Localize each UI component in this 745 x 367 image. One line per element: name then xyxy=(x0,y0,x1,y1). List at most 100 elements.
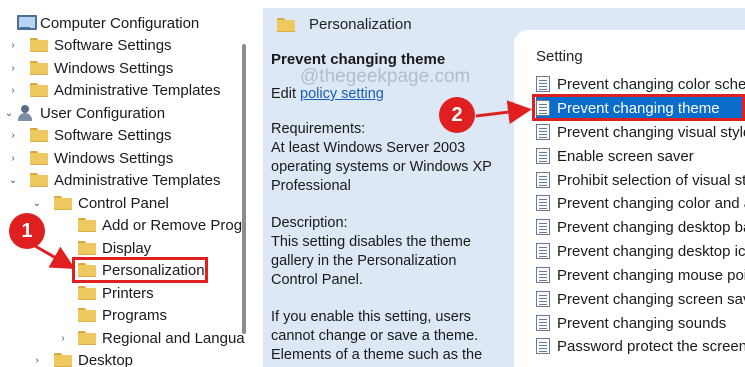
tree-item-computer-configuration[interactable]: Computer Configuration xyxy=(2,12,199,34)
list-item[interactable]: Prevent changing screen save xyxy=(536,288,745,310)
folder-icon xyxy=(54,353,72,367)
folder-icon xyxy=(54,196,72,210)
list-item-label: Prohibit selection of visual sty xyxy=(557,171,745,189)
policy-icon xyxy=(536,124,550,140)
policy-icon xyxy=(536,267,550,283)
column-header-setting[interactable]: Setting xyxy=(536,48,583,65)
tree-item-label: Administrative Templates xyxy=(54,81,221,99)
tree-item-administrative-templates[interactable]: › Administrative Templates xyxy=(6,79,220,101)
chevron-right-icon[interactable]: › xyxy=(56,333,70,344)
tree-item-printers[interactable]: Printers xyxy=(78,282,154,304)
list-item-label: Prevent changing desktop ico xyxy=(557,242,745,260)
description-text: This setting disables the theme gallery … xyxy=(271,234,471,288)
list-item-label: Prevent changing visual style xyxy=(557,123,745,141)
list-item[interactable]: Prevent changing desktop ba xyxy=(536,216,745,238)
list-item[interactable]: Prevent changing color and a xyxy=(536,192,745,214)
tree-item-user-software-settings[interactable]: › Software Settings xyxy=(6,124,172,146)
chevron-right-icon[interactable]: › xyxy=(30,355,44,366)
pane-header: Personalization xyxy=(277,16,412,33)
list-item-label: Enable screen saver xyxy=(557,147,694,165)
computer-icon xyxy=(16,15,37,31)
chevron-down-icon[interactable]: ⌄ xyxy=(30,198,44,209)
settings-list: Setting Prevent changing color schem Pre… xyxy=(514,30,745,367)
list-item-label: Prevent changing color schem xyxy=(557,75,745,93)
list-item[interactable]: Password protect the screen s xyxy=(536,335,745,357)
tree-item-add-remove-programs[interactable]: Add or Remove Prog xyxy=(78,214,242,236)
tree-item-label: Add or Remove Prog xyxy=(102,216,243,234)
tree-item-desktop[interactable]: › Desktop xyxy=(30,349,133,367)
policy-icon xyxy=(536,219,550,235)
policy-icon xyxy=(536,291,550,307)
list-item[interactable]: Prevent changing sounds xyxy=(536,312,726,334)
chevron-right-icon[interactable]: › xyxy=(6,85,20,96)
policy-icon xyxy=(536,315,550,331)
tree-item-label: Software Settings xyxy=(54,126,172,144)
chevron-down-icon[interactable]: ⌄ xyxy=(6,175,20,186)
chevron-right-icon[interactable]: › xyxy=(6,40,20,51)
tree-item-user-windows-settings[interactable]: › Windows Settings xyxy=(6,147,173,169)
tree-item-label: Windows Settings xyxy=(54,149,174,167)
policy-icon xyxy=(536,76,550,92)
step-2-badge: 2 xyxy=(439,97,475,133)
folder-icon xyxy=(30,151,48,165)
tree-item-label: Programs xyxy=(102,306,168,324)
list-item[interactable]: Prohibit selection of visual sty xyxy=(536,169,745,191)
tree-item-regional-language[interactable]: › Regional and Langua xyxy=(56,327,245,349)
policy-icon xyxy=(536,172,550,188)
tree-item-label: User Configuration xyxy=(40,104,166,122)
tree-item-programs[interactable]: Programs xyxy=(78,304,167,326)
list-item[interactable]: Prevent changing visual style xyxy=(536,121,745,143)
folder-icon xyxy=(30,83,48,97)
description-label: Description: xyxy=(271,215,348,231)
list-item-label: Prevent changing color and a xyxy=(557,194,745,212)
folder-icon xyxy=(277,17,295,32)
watermark-text: @thegeekpage.com xyxy=(300,66,471,87)
tree-item-label: Desktop xyxy=(78,351,134,367)
tree-item-label: Control Panel xyxy=(78,194,169,212)
folder-icon xyxy=(78,286,96,300)
folder-icon xyxy=(30,128,48,142)
folder-icon xyxy=(78,308,96,322)
selected-setting-highlight-box xyxy=(532,94,745,121)
list-item[interactable]: Enable screen saver xyxy=(536,145,694,167)
user-icon xyxy=(16,105,34,121)
tree-item-label: Software Settings xyxy=(54,36,172,54)
policy-icon xyxy=(536,243,550,259)
tree-item-label: Windows Settings xyxy=(54,59,174,77)
policy-icon xyxy=(536,148,550,164)
chevron-right-icon[interactable]: › xyxy=(6,63,20,74)
pane-header-label: Personalization xyxy=(309,16,412,33)
chevron-down-icon[interactable]: ⌄ xyxy=(2,108,16,119)
list-item-label: Prevent changing desktop ba xyxy=(557,218,745,236)
policy-icon xyxy=(536,195,550,211)
navigation-tree: Computer Configuration › Software Settin… xyxy=(0,0,258,367)
edit-prefix: Edit xyxy=(271,86,301,102)
tree-item-software-settings[interactable]: › Software Settings xyxy=(6,34,172,56)
list-item[interactable]: Prevent changing color schem xyxy=(536,73,745,95)
folder-icon xyxy=(30,38,48,52)
requirements-text: At least Windows Server 2003 operating s… xyxy=(271,140,492,194)
list-item[interactable]: Prevent changing mouse poi xyxy=(536,264,745,286)
step-1-badge: 1 xyxy=(9,213,45,249)
folder-icon xyxy=(78,218,96,232)
chevron-right-icon[interactable]: › xyxy=(6,153,20,164)
folder-icon xyxy=(78,331,96,345)
tree-item-label: Regional and Langua xyxy=(102,329,245,347)
tree-item-windows-settings[interactable]: › Windows Settings xyxy=(6,57,173,79)
tree-item-label: Administrative Templates xyxy=(54,171,221,189)
list-item-label: Prevent changing sounds xyxy=(557,314,727,332)
list-item[interactable]: Prevent changing desktop ico xyxy=(536,240,745,262)
list-item-label: Prevent changing screen save xyxy=(557,290,745,308)
tree-item-user-administrative-templates[interactable]: ⌄ Administrative Templates xyxy=(6,169,221,191)
tree-item-display[interactable]: Display xyxy=(78,237,151,259)
folder-icon xyxy=(30,173,48,187)
tree-item-control-panel[interactable]: ⌄ Control Panel xyxy=(30,192,169,214)
tree-item-label: Printers xyxy=(102,284,154,302)
personalization-highlight-box xyxy=(72,257,208,283)
chevron-right-icon[interactable]: › xyxy=(6,130,20,141)
tree-item-user-configuration[interactable]: ⌄ User Configuration xyxy=(2,102,165,124)
folder-icon xyxy=(78,241,96,255)
tree-scrollbar[interactable] xyxy=(242,44,246,334)
list-item-label: Password protect the screen s xyxy=(557,337,745,355)
policy-setting-link[interactable]: policy setting xyxy=(300,86,384,102)
